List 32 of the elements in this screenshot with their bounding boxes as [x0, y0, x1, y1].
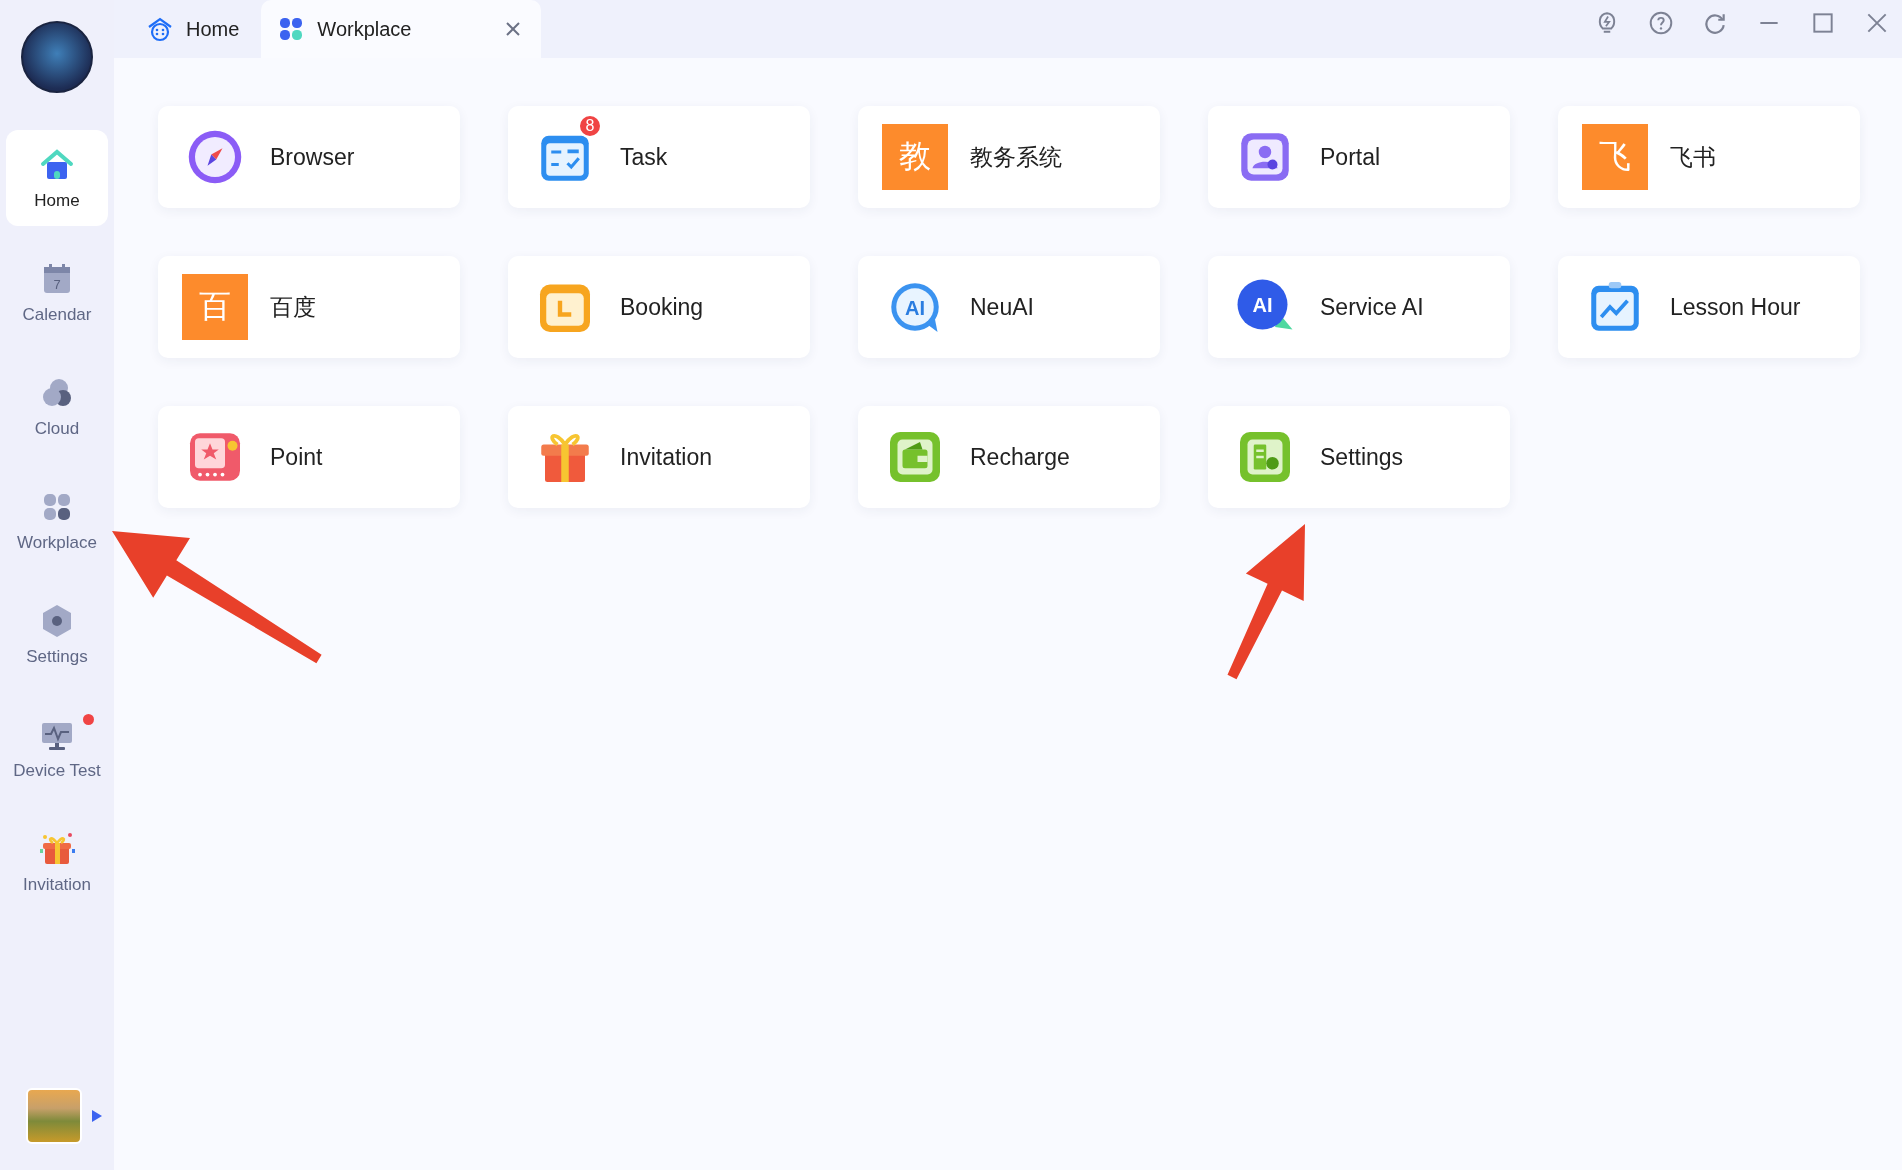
sidebar-item[interactable]: Workplace [6, 472, 108, 568]
app-card[interactable]: Settings [1208, 406, 1510, 508]
app-card[interactable]: Invitation [508, 406, 810, 508]
sidebar-item[interactable]: Cloud [6, 358, 108, 454]
app-tile-icon: 飞 [1582, 124, 1648, 190]
sidebar-item[interactable]: Home [6, 130, 108, 226]
app-card[interactable]: 百 百度 [158, 256, 460, 358]
app-card[interactable]: Point [158, 406, 460, 508]
sidebar-item[interactable]: Device Test [6, 700, 108, 796]
app-card[interactable]: Recharge [858, 406, 1160, 508]
maximize-icon[interactable] [1810, 10, 1836, 36]
tab[interactable]: Workplace [261, 0, 542, 58]
play-icon[interactable] [92, 1110, 102, 1122]
app-tile-icon: 百 [182, 274, 248, 340]
tab[interactable]: Home [130, 0, 260, 58]
app-card[interactable]: 飞 飞书 [1558, 106, 1860, 208]
app-card[interactable]: Lesson Hour [1558, 256, 1860, 358]
home-icon [146, 15, 174, 43]
app-card[interactable]: Browser [158, 106, 460, 208]
app-card[interactable]: Booking [508, 256, 810, 358]
sidebar-item[interactable]: Invitation [6, 814, 108, 910]
sidebar-item[interactable]: 7 Calendar [6, 244, 108, 340]
app-tile-icon: 教 [882, 124, 948, 190]
photo-placeholder[interactable] [26, 1088, 82, 1144]
app-card[interactable]: AI Service AI [1208, 256, 1510, 358]
app-card[interactable]: Portal [1208, 106, 1510, 208]
app-card[interactable]: 8 Task [508, 106, 810, 208]
sidebar-item[interactable]: Settings [6, 586, 108, 682]
app-card[interactable]: AI NeuAI [858, 256, 1160, 358]
help-icon[interactable] [1648, 10, 1674, 36]
count-badge: 8 [578, 114, 602, 138]
app-card[interactable]: 教 教务系统 [858, 106, 1160, 208]
